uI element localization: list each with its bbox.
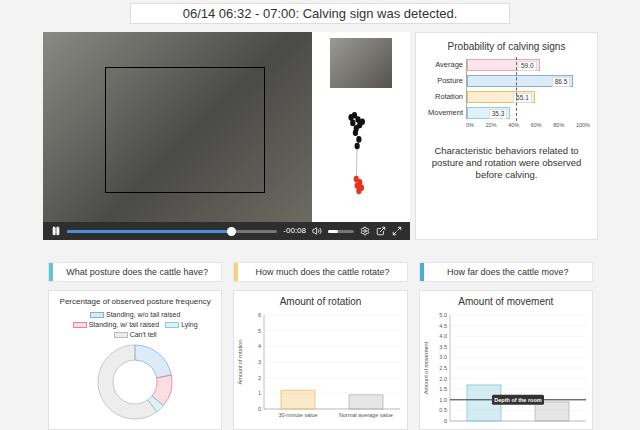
svg-text:1: 1 [258,390,261,396]
svg-text:0: 0 [444,418,447,424]
svg-text:3: 3 [258,359,261,365]
axis-ticks: 0%20%40%60%80%100% [466,121,590,129]
section-header: How much does the cattle rotate? [233,262,407,282]
trajectory-plot [318,102,405,212]
section-panel: Amount of rotation 0 1 2 3 4 5 6 Amount of rotat… [233,290,407,430]
svg-text:2.0: 2.0 [439,376,447,382]
svg-text:6: 6 [258,312,261,318]
section-panel: Percentage of observed posture frequency… [48,290,222,430]
probability-bar: 35.3 [467,107,510,119]
fullscreen-icon[interactable] [392,226,402,236]
movement-chart: Amount of movement 0 0.5 1.0 1.5 2.0 2.5 3.0 3.5… [420,291,592,429]
summary-text: Characteristic behaviors related to post… [423,145,590,181]
svg-text:Normal average value: Normal average value [340,412,394,418]
svg-text:0: 0 [258,406,261,412]
legend-item: Standing, w/ tail raised [73,320,159,329]
bar-label: Posture [437,75,463,87]
svg-text:5: 5 [258,328,261,334]
chart-title: Amount of movement [458,295,553,309]
volume-icon[interactable] [312,226,322,236]
svg-text:Depth of the room: Depth of the room [494,397,541,403]
probability-bar: 86.5 [467,75,573,87]
video-frame [43,32,312,222]
posture-chart: Percentage of observed posture frequency… [49,291,221,421]
section-panel: Amount of movement 0 0.5 1.0 1.5 2.0 2.5 3.0 3.5… [419,290,593,430]
section: How far does the cattle move? Amount of m… [419,262,593,430]
svg-text:4: 4 [258,343,261,349]
bar-label: Average [435,59,463,71]
thumbnail [330,38,392,88]
rotation-chart: Amount of rotation 0 1 2 3 4 5 6 Amount of rotat… [234,291,406,429]
probability-bar: 59.0 [467,59,540,71]
svg-text:5.0: 5.0 [439,312,447,318]
threshold-line [516,57,517,121]
section-header: What posture does the cattle have? [48,262,222,282]
progress-bar[interactable] [67,230,277,233]
section-header: How far does the cattle move? [419,262,593,282]
svg-text:3.5: 3.5 [439,344,447,350]
section: How much does the cattle rotate? Amount o… [233,262,407,430]
svg-text:30-minute value: 30-minute value [279,412,318,418]
probability-card: Probability of calving signs Average Postu… [415,32,598,240]
side-view [312,32,410,222]
svg-text:2: 2 [258,375,261,381]
volume-slider[interactable] [328,230,354,233]
pause-icon[interactable] [51,226,61,236]
section: What posture does the cattle have? Percen… [48,262,222,430]
chart-title: Percentage of observed posture frequency [60,296,211,307]
svg-text:2.5: 2.5 [439,365,447,371]
gear-icon[interactable] [360,226,370,236]
svg-text:Amount of rotation: Amount of rotation [237,340,243,385]
bar-chart: 0 0.5 1.0 1.5 2.0 2.5 3.0 3.5 4.0 4.5 5.0 Amount of… [420,309,592,427]
chart-title: Amount of rotation [280,295,362,309]
legend-item: Standing, w/o tail raised [90,310,180,319]
probability-chart: Average Posture Rotation Movement 59.0 86.5 55… [423,59,590,129]
svg-text:0.5: 0.5 [439,407,447,413]
svg-text:Amount of movement: Amount of movement [423,341,429,394]
svg-text:1.5: 1.5 [439,386,447,392]
video-controls: -00:08 [43,222,410,240]
donut-chart [96,343,174,421]
legend-item: Lying [165,320,197,329]
legend-item: Can't tell [114,330,157,339]
detection-box [105,67,265,193]
svg-text:4.5: 4.5 [439,323,447,329]
bar-chart: 0 1 2 3 4 5 6 Amount of rotation 30-minute value… [234,309,406,427]
legend: Standing, w/o tail raisedStanding, w/ ta… [49,310,221,339]
popout-icon[interactable] [376,226,386,236]
alert-header: 06/14 06:32 - 07:00: Calving sign was de… [130,3,510,24]
svg-text:3.0: 3.0 [439,354,447,360]
video-player[interactable]: -00:08 [43,32,410,240]
app: 06/14 06:32 - 07:00: Calving sign was de… [0,0,640,430]
bar-label: Movement [428,107,463,119]
bar-label: Rotation [435,91,463,103]
svg-text:1.0: 1.0 [439,397,447,403]
probability-title: Probability of calving signs [423,40,590,53]
time-remaining: -00:08 [283,226,306,236]
svg-text:4.0: 4.0 [439,333,447,339]
probability-bar: 55.1 [467,91,535,103]
